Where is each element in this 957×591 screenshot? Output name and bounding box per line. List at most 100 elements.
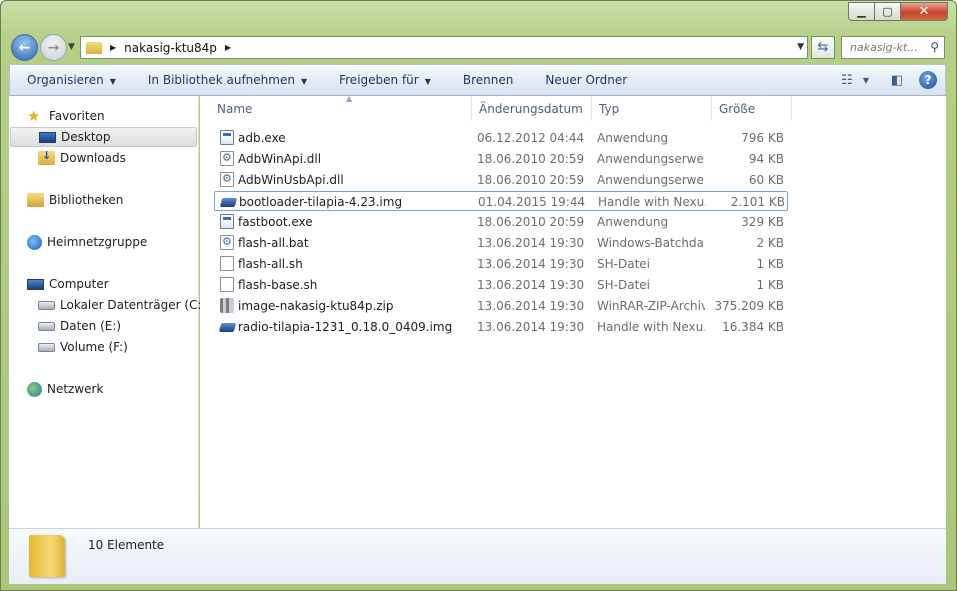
preview-pane-icon[interactable]: ◧: [885, 73, 909, 88]
sidebar-item-label: Volume (F:): [60, 340, 128, 354]
file-size: 94 KB: [748, 152, 784, 166]
downloads-icon: [38, 149, 55, 165]
sidebar-item-libraries[interactable]: Bibliotheken: [27, 190, 123, 210]
folder-icon: [86, 41, 102, 54]
sidebar-item-network[interactable]: Netzwerk: [27, 379, 103, 399]
table-row[interactable]: flash-base.sh 13.06.2014 19:30 SH-Datei 1 K…: [214, 275, 788, 295]
file-date: 13.06.2014 19:30: [477, 257, 585, 271]
sidebar-item-desktop[interactable]: Desktop: [10, 127, 197, 147]
chevron-down-icon: ▼: [300, 77, 308, 86]
table-row[interactable]: radio-tilapia-1231_0.18.0_0409.img 13.06.…: [214, 317, 788, 337]
file-type: Handle with Nexu...: [597, 320, 705, 334]
breadcrumb-current-folder[interactable]: nakasig-ktu84p: [124, 41, 217, 55]
file-size: 60 KB: [748, 173, 784, 187]
file-name: radio-tilapia-1231_0.18.0_0409.img: [238, 320, 453, 334]
file-list: Name ▲ Änderungsdatum Typ Größe adb.exe 06…: [200, 94, 946, 528]
file-file-icon: [220, 277, 234, 292]
file-size: 375.209 KB: [714, 299, 784, 313]
sidebar-item-favorites[interactable]: ★ Favoriten: [27, 106, 105, 126]
minimize-button[interactable]: ▁: [848, 2, 875, 21]
search-icon[interactable]: ⚲: [930, 40, 939, 54]
address-dropdown-icon[interactable]: ▼: [797, 42, 804, 52]
sidebar-item-computer[interactable]: Computer: [27, 274, 109, 294]
search-box[interactable]: ⚲: [841, 36, 945, 59]
arrow-right-icon: →: [47, 39, 60, 56]
command-bar: Organisieren ▼ In Bibliothek aufnehmen ▼ F…: [9, 64, 946, 96]
new-folder-button[interactable]: Neuer Ordner: [528, 73, 642, 87]
share-label: Freigeben für: [339, 73, 419, 87]
address-bar[interactable]: ▶ nakasig-ktu84p ▶ ▼: [80, 36, 808, 59]
help-icon[interactable]: ?: [919, 71, 937, 89]
file-type: Handle with Nexu...: [598, 195, 706, 209]
column-header-label: Größe: [719, 101, 756, 116]
network-icon: [27, 381, 42, 397]
column-header-type[interactable]: Typ: [592, 96, 712, 121]
column-header-label: Name: [217, 101, 253, 116]
file-file-icon: [220, 256, 234, 271]
recent-pages-dropdown[interactable]: ▼: [68, 42, 75, 52]
img-file-icon: [220, 319, 234, 334]
file-name: adb.exe: [238, 131, 286, 145]
file-date: 18.06.2010 20:59: [477, 173, 585, 187]
sidebar-item-drive-c[interactable]: Lokaler Datenträger (C:): [38, 295, 206, 315]
search-input[interactable]: [850, 41, 930, 54]
zip-file-icon: [220, 298, 234, 313]
share-menu[interactable]: Freigeben für ▼: [322, 73, 446, 87]
chevron-down-icon: ▼: [424, 77, 431, 86]
file-name: flash-base.sh: [238, 278, 318, 292]
exe-file-icon: [220, 214, 234, 229]
sidebar-item-homegroup[interactable]: Heimnetzgruppe: [27, 232, 147, 252]
sort-ascending-icon: ▲: [346, 94, 353, 103]
table-row[interactable]: fastboot.exe 18.06.2010 20:59 Anwendung 329…: [214, 212, 788, 232]
sidebar-item-drive-f[interactable]: Volume (F:): [38, 337, 128, 357]
view-list-icon[interactable]: ☷: [835, 73, 859, 88]
chevron-down-icon[interactable]: ▼: [859, 76, 873, 85]
breadcrumb-separator-icon[interactable]: ▶: [110, 43, 116, 52]
include-library-menu[interactable]: In Bibliothek aufnehmen ▼: [131, 73, 322, 87]
table-row[interactable]: flash-all.sh 13.06.2014 19:30 SH-Datei 1 KB: [214, 254, 788, 274]
libraries-icon: [27, 193, 44, 207]
file-size: 796 KB: [741, 131, 784, 145]
view-controls: ☷ ▼ ◧ ?: [835, 65, 945, 95]
file-date: 13.06.2014 19:30: [477, 236, 585, 250]
table-row[interactable]: bootloader-tilapia-4.23.img 01.04.2015 19…: [214, 191, 788, 211]
file-size: 2.101 KB: [730, 195, 785, 209]
file-size: 16.384 KB: [722, 320, 784, 334]
file-date: 13.06.2014 19:30: [477, 278, 585, 292]
back-button[interactable]: ←: [11, 34, 38, 61]
table-row[interactable]: AdbWinUsbApi.dll 18.06.2010 20:59 Anwendun…: [214, 170, 788, 190]
table-row[interactable]: adb.exe 06.12.2012 04:44 Anwendung 796 KB: [214, 128, 788, 148]
close-button[interactable]: ✕: [901, 2, 948, 21]
desktop-icon: [39, 131, 56, 143]
file-size: 1 KB: [756, 257, 784, 271]
organize-menu[interactable]: Organisieren ▼: [10, 73, 131, 87]
column-header-size[interactable]: Größe: [712, 96, 792, 121]
file-name: fastboot.exe: [238, 215, 313, 229]
column-header-label: Typ: [599, 101, 620, 116]
table-row[interactable]: image-nakasig-ktu84p.zip 13.06.2014 19:30…: [214, 296, 788, 316]
file-name: flash-all.bat: [238, 236, 309, 250]
hard-drive-icon: [38, 321, 55, 331]
minimize-icon: ▁: [857, 5, 866, 18]
table-row[interactable]: flash-all.bat 13.06.2014 19:30 Windows-Bat…: [214, 233, 788, 253]
table-row[interactable]: AdbWinApi.dll 18.06.2010 20:59 Anwendungse…: [214, 149, 788, 169]
forward-button[interactable]: →: [40, 34, 67, 61]
sidebar-item-downloads[interactable]: Downloads: [38, 148, 126, 168]
navigation-pane: ★ Favoriten Desktop Downloads Bibliotheke…: [9, 96, 206, 528]
file-size: 1 KB: [756, 278, 784, 292]
chevron-down-icon: ▼: [109, 77, 116, 86]
maximize-button[interactable]: ▢: [875, 2, 901, 21]
file-size: 329 KB: [741, 215, 784, 229]
file-type: SH-Datei: [597, 257, 650, 271]
sidebar-item-label: Netzwerk: [47, 382, 104, 396]
burn-button[interactable]: Brennen: [446, 73, 528, 87]
file-type: Windows-Batchda...: [597, 236, 705, 250]
column-header-date[interactable]: Änderungsdatum: [472, 96, 592, 121]
refresh-button[interactable]: ⇆: [811, 36, 835, 59]
breadcrumb-separator-icon[interactable]: ▶: [225, 43, 231, 52]
column-header-name[interactable]: Name ▲: [210, 94, 472, 121]
arrow-left-icon: ←: [18, 39, 31, 56]
sidebar-item-label: Heimnetzgruppe: [47, 235, 148, 249]
sidebar-item-drive-e[interactable]: Daten (E:): [38, 316, 121, 336]
computer-icon: [27, 278, 44, 290]
